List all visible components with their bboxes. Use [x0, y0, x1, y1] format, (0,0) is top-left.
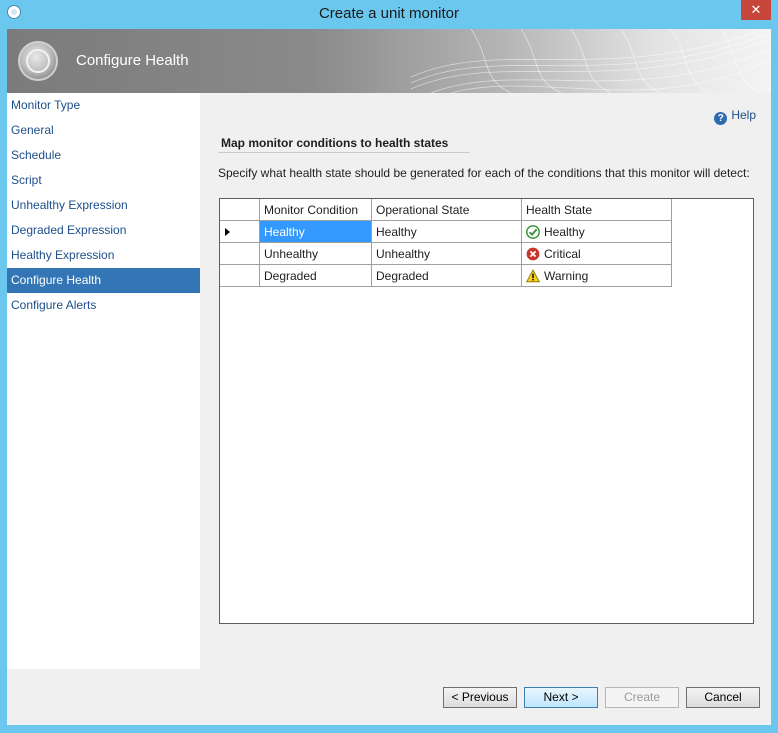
banner-mesh-graphic: [411, 29, 771, 93]
table-row[interactable]: Unhealthy Unhealthy Critical: [220, 242, 672, 265]
table-row[interactable]: Degraded Degraded Warning: [220, 264, 672, 287]
current-row-pointer-icon: [225, 227, 230, 236]
description-text: Specify what health state should be gene…: [218, 166, 750, 180]
create-button: Create: [605, 687, 679, 708]
window-title: Create a unit monitor: [318, 5, 460, 22]
title-bar: Create a unit monitor ✕: [0, 0, 778, 28]
monitor-condition-cell[interactable]: Healthy: [259, 220, 372, 243]
header-banner: Configure Health: [7, 29, 771, 93]
dialog-client: Configure Health Monitor Type General Sche…: [7, 29, 771, 725]
check-circle-icon: [526, 224, 540, 239]
sidebar-item-configure-health[interactable]: Configure Health: [7, 268, 200, 293]
health-state-label: Healthy: [544, 224, 585, 239]
sidebar-item-healthy-expression[interactable]: Healthy Expression: [7, 243, 200, 268]
section-title: Map monitor conditions to health states: [221, 136, 449, 150]
help-link[interactable]: ? Help: [714, 108, 756, 125]
column-header-monitor-condition[interactable]: Monitor Condition: [259, 199, 372, 221]
monitor-wizard-icon: [18, 41, 58, 81]
sidebar-item-script[interactable]: Script: [7, 168, 200, 193]
health-state-cell[interactable]: Warning: [521, 264, 672, 287]
operational-state-cell[interactable]: Healthy: [371, 220, 522, 243]
grid-header-row: Monitor Condition Operational State Heal…: [220, 199, 672, 221]
row-header[interactable]: [220, 264, 260, 287]
sidebar-item-configure-alerts[interactable]: Configure Alerts: [7, 293, 200, 318]
column-header-operational-state[interactable]: Operational State: [371, 199, 522, 221]
main-content: ? Help Map monitor conditions to health s…: [200, 93, 771, 669]
section-divider: [218, 152, 470, 153]
row-header[interactable]: [220, 242, 260, 265]
column-header-health-state[interactable]: Health State: [521, 199, 672, 221]
warning-triangle-icon: [525, 268, 541, 283]
row-header[interactable]: [220, 220, 260, 243]
error-circle-icon: [526, 247, 540, 261]
monitor-condition-cell[interactable]: Unhealthy: [259, 242, 372, 265]
operational-state-cell[interactable]: Degraded: [371, 264, 522, 287]
sidebar-item-general[interactable]: General: [7, 118, 200, 143]
grid-corner-cell: [220, 199, 260, 221]
help-label: Help: [731, 108, 756, 122]
previous-button[interactable]: < Previous: [443, 687, 517, 708]
help-icon: ?: [714, 112, 728, 125]
cancel-button[interactable]: Cancel: [686, 687, 760, 708]
health-mapping-grid: Monitor Condition Operational State Heal…: [219, 198, 754, 624]
sidebar-item-unhealthy-expression[interactable]: Unhealthy Expression: [7, 193, 200, 218]
wizard-steps-list: Monitor Type General Schedule Script Unhealt…: [7, 93, 200, 318]
next-button[interactable]: Next >: [524, 687, 598, 708]
health-mapping-table: Monitor Condition Operational State Heal…: [220, 199, 672, 287]
health-state-cell[interactable]: Healthy: [521, 220, 672, 243]
monitor-condition-cell[interactable]: Degraded: [259, 264, 372, 287]
health-state-label: Critical: [544, 246, 581, 261]
health-state-cell[interactable]: Critical: [521, 242, 672, 265]
sidebar-item-degraded-expression[interactable]: Degraded Expression: [7, 218, 200, 243]
table-row[interactable]: Healthy Healthy Healthy: [220, 220, 672, 243]
sidebar-item-schedule[interactable]: Schedule: [7, 143, 200, 168]
operational-state-cell[interactable]: Unhealthy: [371, 242, 522, 265]
wizard-steps-sidebar: Monitor Type General Schedule Script Unhealt…: [7, 93, 200, 669]
page-title: Configure Health: [76, 52, 189, 69]
health-state-label: Warning: [544, 268, 589, 283]
sidebar-item-monitor-type[interactable]: Monitor Type: [7, 93, 200, 118]
close-button[interactable]: ✕: [741, 0, 771, 20]
